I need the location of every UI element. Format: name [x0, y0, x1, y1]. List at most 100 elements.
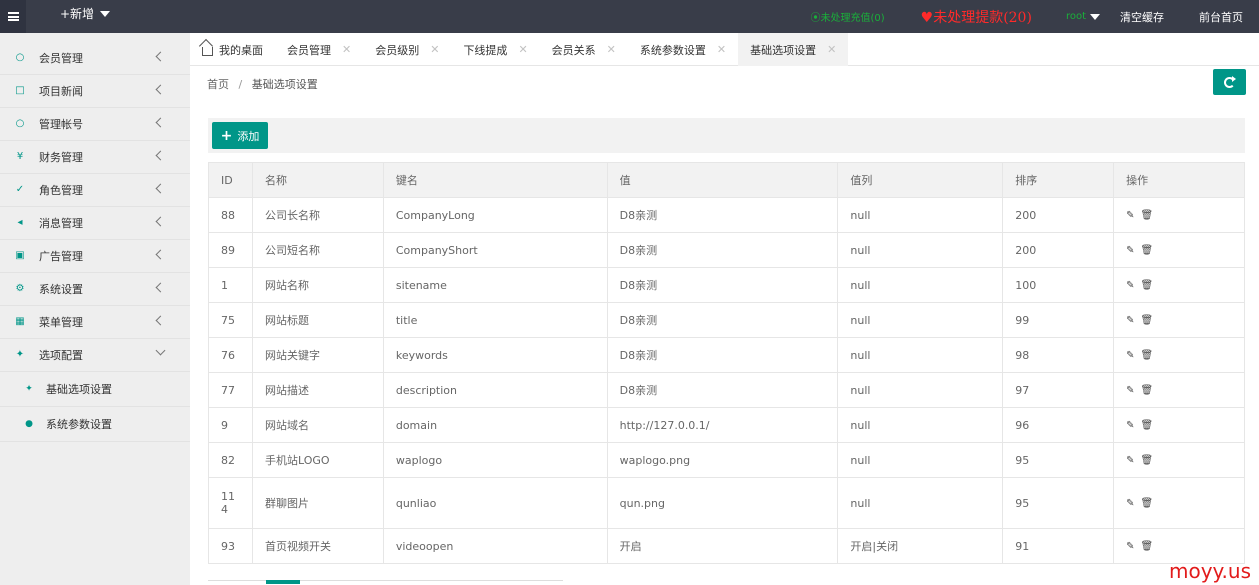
- close-icon[interactable]: ✕: [607, 43, 616, 56]
- user-menu[interactable]: root: [1066, 11, 1100, 22]
- sidebar: ○ 会员管理 □ 项目新闻 ○ 管理帐号 ¥ 财务管理 ✓ 角色管理 ◂ 消息管…: [0, 33, 190, 585]
- refresh-button[interactable]: [1213, 69, 1246, 95]
- cell-actions: ✎ 🗑: [1113, 372, 1245, 408]
- edit-icon[interactable]: ✎: [1126, 315, 1134, 326]
- column-header: 值列: [837, 162, 1004, 198]
- row-actions: ✎ 🗑: [1126, 280, 1232, 291]
- delete-icon[interactable]: 🗑: [1140, 210, 1153, 221]
- close-icon[interactable]: ✕: [430, 43, 439, 56]
- edit-icon[interactable]: ✎: [1126, 420, 1134, 431]
- cell-sort: 96: [1002, 407, 1115, 443]
- cell-actions: ✎ 🗑: [1113, 232, 1245, 268]
- sidebar-subitem-basic-options[interactable]: ✦ 基础选项设置: [0, 372, 190, 407]
- add-button[interactable]: + 添加: [212, 122, 268, 149]
- pending-recharge-link[interactable]: ⦿未处理充值(0): [810, 9, 884, 24]
- tab-downline-commission[interactable]: 下线提成 ✕: [451, 33, 539, 66]
- cell-actions: ✎ 🗑: [1113, 337, 1245, 373]
- delete-icon[interactable]: 🗑: [1140, 280, 1153, 291]
- sidebar-item-ads[interactable]: ▣ 广告管理: [0, 240, 190, 273]
- tab-member-relations[interactable]: 会员关系 ✕: [540, 33, 628, 66]
- delete-icon[interactable]: 🗑: [1140, 420, 1153, 431]
- close-icon[interactable]: ✕: [827, 43, 836, 56]
- cell-id: 89: [208, 232, 253, 268]
- delete-icon[interactable]: 🗑: [1140, 498, 1153, 509]
- edit-icon[interactable]: ✎: [1126, 541, 1134, 552]
- edit-icon[interactable]: ✎: [1126, 498, 1134, 509]
- tab-label: 下线提成: [463, 43, 508, 57]
- tab-members[interactable]: 会员管理 ✕: [275, 33, 363, 66]
- row-actions: ✎ 🗑: [1126, 210, 1232, 221]
- edit-icon[interactable]: ✎: [1126, 385, 1134, 396]
- edit-icon[interactable]: ✎: [1126, 350, 1134, 361]
- cell-values: 开启|关闭: [837, 528, 1004, 564]
- table-row: 89 公司短名称 CompanyShort D8亲测 null 200 ✎ 🗑: [208, 232, 1245, 268]
- edit-icon[interactable]: ✎: [1126, 210, 1134, 221]
- table-row: 77 网站描述 description D8亲测 null 97 ✎ 🗑: [208, 372, 1245, 408]
- sidebar-item-options[interactable]: ✦ 选项配置: [0, 339, 190, 372]
- delete-icon[interactable]: 🗑: [1140, 315, 1153, 326]
- tab-my-desktop[interactable]: 我的桌面: [190, 33, 275, 66]
- cell-id: 76: [208, 337, 253, 373]
- sidebar-item-roles[interactable]: ✓ 角色管理: [0, 174, 190, 207]
- table-row: 88 公司长名称 CompanyLong D8亲测 null 200 ✎ 🗑: [208, 197, 1245, 233]
- breadcrumb-separator: /: [238, 78, 243, 91]
- close-icon[interactable]: ✕: [717, 43, 726, 56]
- add-new-menu[interactable]: +新增: [60, 5, 111, 22]
- cell-value: D8亲测: [606, 197, 839, 233]
- refresh-icon: [1224, 75, 1236, 88]
- sidebar-item-admin-accounts[interactable]: ○ 管理帐号: [0, 108, 190, 141]
- cell-key: title: [382, 302, 608, 338]
- front-home-link[interactable]: 前台首页: [1199, 9, 1243, 25]
- admin-icon: ○: [15, 118, 25, 129]
- close-icon[interactable]: ✕: [342, 43, 351, 56]
- breadcrumb-home[interactable]: 首页: [207, 78, 229, 91]
- tab-system-params[interactable]: 系统参数设置 ✕: [628, 33, 738, 66]
- menu-toggle-button[interactable]: [0, 0, 26, 33]
- table-row: 114 群聊图片 qunliao qun.png null 95 ✎ 🗑: [208, 477, 1245, 529]
- cell-values: null: [837, 337, 1004, 373]
- delete-icon[interactable]: 🗑: [1140, 245, 1153, 256]
- plus-icon: +: [220, 127, 233, 144]
- tab-member-levels[interactable]: 会员级别 ✕: [363, 33, 451, 66]
- pending-withdraw-link[interactable]: ♥未处理提款(20): [921, 7, 1032, 27]
- sidebar-item-members[interactable]: ○ 会员管理: [0, 42, 190, 75]
- row-actions: ✎ 🗑: [1126, 541, 1232, 552]
- delete-icon[interactable]: 🗑: [1140, 455, 1153, 466]
- table-row: 93 首页视频开关 videoopen 开启 开启|关闭 91 ✎ 🗑: [208, 528, 1245, 564]
- cell-value: 开启: [606, 528, 839, 564]
- delete-icon[interactable]: 🗑: [1140, 350, 1153, 361]
- edit-icon[interactable]: ✎: [1126, 245, 1134, 256]
- top-bar: +新增 ⦿未处理充值(0) ♥未处理提款(20) root 清空缓存 前台首页: [0, 0, 1259, 33]
- sidebar-item-system-settings[interactable]: ⚙ 系统设置: [0, 273, 190, 306]
- edit-icon[interactable]: ✎: [1126, 280, 1134, 291]
- tab-basic-options[interactable]: 基础选项设置 ✕: [738, 33, 849, 66]
- table-row: 82 手机站LOGO waplogo waplogo.png null 95 ✎ 🗑: [208, 442, 1245, 478]
- sidebar-item-news[interactable]: □ 项目新闻: [0, 75, 190, 108]
- cell-key: sitename: [382, 267, 608, 303]
- cell-id: 75: [208, 302, 253, 338]
- chevron-left-icon: [155, 150, 166, 161]
- chevron-left-icon: [155, 183, 166, 194]
- cell-name: 群聊图片: [251, 477, 384, 529]
- tab-label: 系统参数设置: [639, 43, 706, 57]
- sidebar-item-messages[interactable]: ◂ 消息管理: [0, 207, 190, 240]
- chevron-down-icon: [155, 345, 166, 356]
- chevron-left-icon: [155, 249, 166, 260]
- sidebar-item-label: 项目新闻: [39, 85, 83, 98]
- sidebar-subitem-system-params[interactable]: ● 系统参数设置: [0, 407, 190, 442]
- cell-values: null: [837, 232, 1004, 268]
- cell-key: domain: [382, 407, 608, 443]
- close-icon[interactable]: ✕: [518, 43, 527, 56]
- table-header-row: ID 名称 键名 值 值列 排序 操作: [208, 162, 1245, 198]
- cell-name: 首页视频开关: [251, 528, 384, 564]
- sidebar-item-label: 管理帐号: [39, 118, 83, 131]
- cell-values: null: [837, 477, 1004, 529]
- edit-icon[interactable]: ✎: [1126, 455, 1134, 466]
- clear-cache-link[interactable]: 清空缓存: [1120, 9, 1164, 25]
- delete-icon[interactable]: 🗑: [1140, 541, 1153, 552]
- sidebar-item-menus[interactable]: ▦ 菜单管理: [0, 306, 190, 339]
- current-page-indicator[interactable]: [266, 580, 300, 584]
- sidebar-item-finance[interactable]: ¥ 财务管理: [0, 141, 190, 174]
- cell-actions: ✎ 🗑: [1113, 442, 1245, 478]
- delete-icon[interactable]: 🗑: [1140, 385, 1153, 396]
